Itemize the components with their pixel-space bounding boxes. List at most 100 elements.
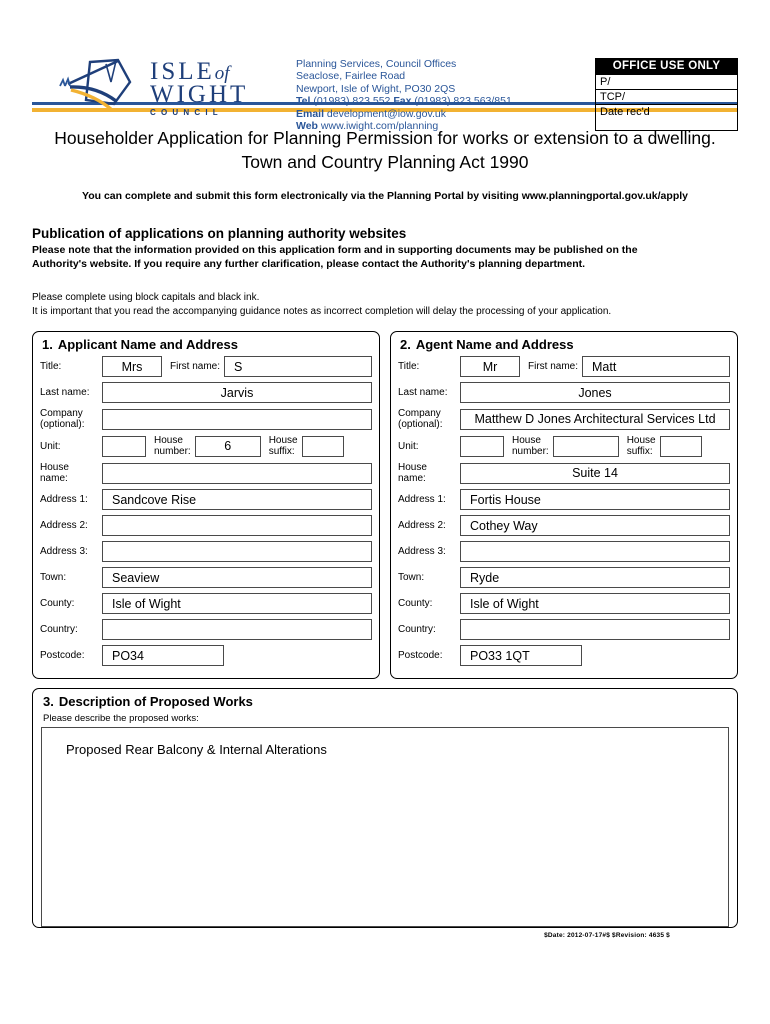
agent-country-input[interactable]: [460, 619, 730, 640]
agent-house-name-label: House name:: [398, 462, 460, 484]
agent-house-suffix-label-main: House: [626, 435, 656, 446]
agent-first-name-label: First name:: [528, 361, 579, 372]
section-description-title: 3. Description of Proposed Works: [43, 694, 729, 709]
applicant-company-input[interactable]: [102, 408, 372, 430]
agent-address2-input[interactable]: Cothey Way: [460, 515, 730, 536]
agent-postcode-label: Postcode:: [398, 650, 443, 661]
agent-unit-input[interactable]: [460, 435, 504, 457]
agent-company-row: Company (optional): Matthew D Jones Arch…: [398, 408, 730, 430]
applicant-county-input[interactable]: Isle of Wight: [102, 593, 372, 614]
applicant-address3-input[interactable]: [102, 541, 372, 562]
applicant-town-input[interactable]: Seaview: [102, 567, 372, 588]
agent-house-suffix-label-sub: suffix:: [626, 446, 653, 457]
planning-portal-note: You can complete and submit this form el…: [82, 190, 688, 202]
page-title-line-1: Householder Application for Planning Per…: [54, 128, 716, 148]
fax-label: Fax: [393, 95, 412, 108]
contact-email-line: Email development@iow.gov.uk: [296, 108, 512, 120]
section-description-heading: Description of Proposed Works: [58, 694, 253, 709]
agent-house-name-row: House name: Suite 14: [398, 462, 730, 484]
agent-company-label-main: Company: [398, 408, 441, 419]
agent-title-input[interactable]: Mr: [460, 356, 520, 377]
email-value[interactable]: development@iow.gov.uk: [324, 108, 446, 120]
revision-footer: $Date: 2012-07-17#$ $Revision: 4635 $: [544, 932, 670, 939]
applicant-unit-label: Unit:: [40, 440, 61, 452]
applicant-unit-row: Unit: House number: 6 House suffix:: [40, 435, 372, 457]
agent-county-row: County: Isle of Wight: [398, 593, 730, 614]
proposed-works-textarea[interactable]: Proposed Rear Balcony & Internal Alterat…: [41, 727, 729, 927]
applicant-county-row: County: Isle of Wight: [40, 593, 372, 614]
completion-notes: Please complete using block capitals and…: [32, 291, 738, 319]
section-applicant-heading: Applicant Name and Address: [57, 337, 238, 352]
applicant-title-input[interactable]: Mrs: [102, 356, 162, 377]
agent-address3-row: Address 3:: [398, 541, 730, 562]
applicant-house-suffix-label-sub: suffix:: [268, 446, 295, 457]
contact-line-2: Seaclose, Fairlee Road: [296, 70, 406, 83]
agent-house-name-input[interactable]: Suite 14: [460, 462, 730, 484]
applicant-address2-label: Address 2:: [40, 520, 88, 531]
agent-house-number-label: House number:: [504, 435, 553, 457]
applicant-first-name-label: First name:: [170, 361, 221, 372]
applicant-address1-row: Address 1: Sandcove Rise: [40, 489, 372, 510]
agent-address1-input[interactable]: Fortis House: [460, 489, 730, 510]
agent-last-name-label: Last name:: [398, 387, 448, 398]
applicant-country-input[interactable]: [102, 619, 372, 640]
office-use-title: OFFICE USE ONLY: [596, 59, 737, 74]
agent-country-row: Country:: [398, 619, 730, 640]
agent-address2-row: Address 2: Cothey Way: [398, 515, 730, 536]
completion-note-line-2: It is important that you read the accomp…: [32, 306, 612, 317]
agent-first-name-input[interactable]: Matt: [582, 356, 730, 377]
contact-details: Planning Services, Council Offices Seacl…: [296, 56, 512, 132]
applicant-last-name-label: Last name:: [40, 387, 90, 398]
applicant-title-row: Title: Mrs First name: S: [40, 356, 372, 377]
applicant-house-number-input[interactable]: 6: [194, 435, 261, 457]
agent-company-input[interactable]: Matthew D Jones Architectural Services L…: [460, 408, 730, 430]
applicant-address2-row: Address 2:: [40, 515, 372, 536]
applicant-company-label-sub: (optional):: [40, 419, 85, 430]
applicant-address1-label: Address 1:: [40, 494, 88, 505]
applicant-house-suffix-label: House suffix:: [261, 435, 302, 457]
logo-wordmark: ISLEof WIGHT COUNCIL: [150, 59, 248, 117]
agent-title-label: Title:: [398, 361, 420, 372]
agent-postcode-input[interactable]: PO33 1QT: [460, 645, 582, 666]
isle-of-wight-logo-icon: [59, 58, 132, 112]
applicant-postcode-input[interactable]: PO34: [102, 645, 224, 666]
agent-town-label: Town:: [398, 572, 425, 583]
applicant-company-row: Company (optional):: [40, 408, 372, 430]
applicant-country-row: Country:: [40, 619, 372, 640]
section-description-number: 3.: [43, 694, 54, 709]
agent-house-suffix-input[interactable]: [659, 435, 702, 457]
agent-county-label: County:: [398, 598, 433, 609]
section-agent-heading: Agent Name and Address: [415, 337, 574, 352]
section-agent-title: 2. Agent Name and Address: [400, 337, 730, 352]
applicant-address2-input[interactable]: [102, 515, 372, 536]
applicant-address1-input[interactable]: Sandcove Rise: [102, 489, 372, 510]
agent-company-label-sub: (optional):: [398, 419, 443, 430]
logo-wight-text: WIGHT: [150, 81, 249, 108]
applicant-last-name-input[interactable]: Jarvis: [102, 382, 372, 403]
office-use-row-tcp[interactable]: TCP/: [596, 89, 737, 104]
agent-company-label: Company (optional):: [398, 408, 460, 430]
agent-address3-input[interactable]: [460, 541, 730, 562]
office-use-row-p[interactable]: P/: [596, 74, 737, 89]
agent-country-label: Country:: [398, 624, 436, 635]
section-applicant-number: 1.: [42, 337, 53, 352]
applicant-unit-input[interactable]: [102, 435, 146, 457]
agent-last-name-input[interactable]: Jones: [460, 382, 730, 403]
contact-line-1: Planning Services, Council Offices: [296, 58, 457, 70]
agent-town-input[interactable]: Ryde: [460, 567, 730, 588]
applicant-first-name-input[interactable]: S: [224, 356, 372, 377]
contact-line-3: Newport, Isle of Wight, PO30 2QS: [296, 82, 456, 95]
applicant-house-suffix-input[interactable]: [301, 435, 344, 457]
agent-house-name-label-sub: name:: [398, 473, 426, 484]
agent-house-number-input[interactable]: [552, 435, 619, 457]
council-logo: ISLEof WIGHT COUNCIL: [32, 56, 272, 120]
agent-title-row: Title: Mr First name: Matt: [398, 356, 730, 377]
applicant-house-name-label: House name:: [40, 462, 102, 484]
agent-county-input[interactable]: Isle of Wight: [460, 593, 730, 614]
agent-last-name-row: Last name: Jones: [398, 382, 730, 403]
applicant-house-name-input[interactable]: [102, 462, 372, 484]
applicant-company-label: Company (optional):: [40, 408, 102, 430]
office-use-box: OFFICE USE ONLY P/ TCP/ Date rec'd: [595, 58, 738, 131]
completion-note-line-1: Please complete using block capitals and…: [32, 292, 260, 303]
section-agent-number: 2.: [400, 337, 411, 352]
